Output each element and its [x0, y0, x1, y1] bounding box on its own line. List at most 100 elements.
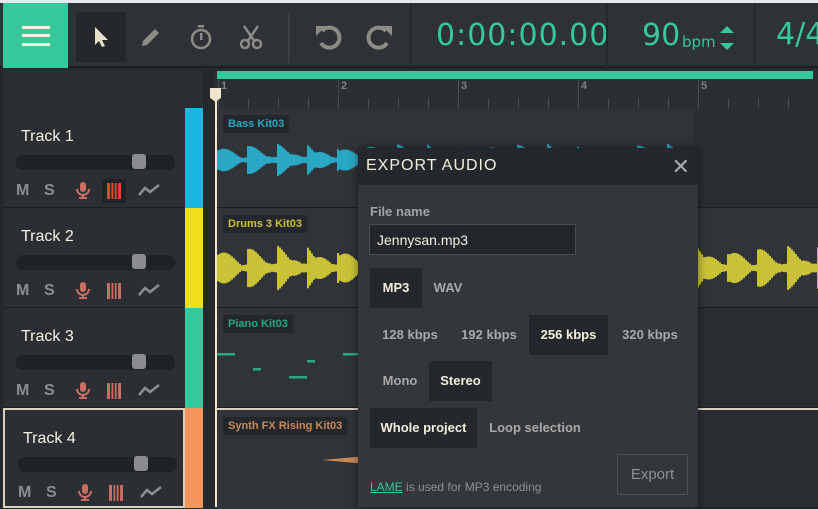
redo-button[interactable] [354, 12, 404, 62]
waveform-bar [705, 256, 707, 280]
export-button[interactable]: Export [617, 454, 688, 495]
waveform-bar [219, 253, 221, 283]
waveform-bar [285, 254, 287, 282]
waveform-bar [745, 259, 747, 277]
waveform-bar [739, 254, 741, 282]
mute-button[interactable]: M [16, 382, 44, 400]
record-arm-button[interactable] [76, 278, 102, 304]
waveform-bar [279, 247, 281, 289]
record-arm-button[interactable] [76, 378, 102, 404]
range-whole-project[interactable]: Whole project [370, 408, 477, 448]
waveform-bar [257, 253, 259, 283]
undo-button[interactable] [304, 12, 354, 62]
track-header[interactable]: Track 3 MS [3, 308, 185, 408]
waveform-bar [341, 254, 343, 282]
menu-icon [21, 25, 50, 46]
track-header[interactable]: Track 4 MS [3, 408, 185, 508]
waveform-bar [305, 263, 307, 273]
midi-note [253, 368, 261, 371]
close-icon[interactable]: ✕ [672, 154, 690, 180]
bitrate-128[interactable]: 128 kbps [372, 315, 448, 355]
piano-roll-button[interactable] [102, 279, 126, 303]
mute-button[interactable]: M [16, 182, 44, 200]
waveform-bar [699, 251, 701, 285]
file-name-input[interactable] [369, 224, 576, 255]
volume-knob[interactable] [132, 354, 146, 369]
volume-slider[interactable] [16, 254, 175, 270]
volume-knob[interactable] [132, 254, 146, 269]
mute-button[interactable]: M [18, 484, 46, 502]
bpm-value[interactable]: 90 [642, 18, 680, 53]
waveform-bar [299, 155, 301, 165]
waveform-bar [283, 251, 285, 285]
scissors-tool-button[interactable] [226, 12, 276, 62]
channels-mono[interactable]: Mono [372, 361, 428, 401]
bitrate-320[interactable]: 320 kbps [610, 315, 690, 355]
waveform-bar [763, 250, 765, 286]
volume-slider[interactable] [16, 354, 175, 370]
waveform-bar [297, 155, 299, 165]
loop-region-bar[interactable] [217, 71, 813, 79]
redo-icon [366, 25, 392, 50]
record-arm-button[interactable] [78, 480, 104, 506]
bpm-stepper[interactable] [719, 24, 735, 57]
waveform-bar [253, 147, 255, 173]
waveform-bar [725, 264, 727, 272]
waveform-bar [727, 254, 729, 282]
waveform-bar [301, 156, 303, 164]
waveform-bar [247, 146, 249, 174]
stopwatch-tool-button[interactable] [176, 12, 226, 62]
track-name: Track 2 [21, 228, 74, 245]
waveform-bar [753, 265, 755, 271]
automation-button[interactable] [126, 280, 160, 302]
waveform-bar [243, 264, 245, 272]
menu-button[interactable] [3, 3, 68, 68]
waveform-bar [231, 256, 233, 280]
volume-knob[interactable] [134, 456, 148, 471]
volume-knob[interactable] [132, 154, 146, 169]
time-display: 0:00:00.00 [436, 18, 610, 53]
clip-label: Synth FX Rising Kit03 [223, 417, 348, 435]
lame-note-text: is used for MP3 encoding [402, 480, 542, 494]
mute-button[interactable]: M [16, 282, 44, 300]
bitrate-192[interactable]: 192 kbps [450, 315, 528, 355]
volume-slider[interactable] [18, 456, 177, 472]
track-header[interactable]: Track 2 MS [3, 208, 185, 308]
piano-roll-button[interactable] [102, 379, 126, 403]
solo-button[interactable]: S [44, 382, 76, 400]
waveform-bar [341, 149, 343, 171]
midi-note [307, 360, 315, 363]
lame-link[interactable]: LAME [370, 480, 403, 494]
clip-label: Drums 3 Kit03 [223, 215, 307, 233]
waveform-bar [301, 263, 303, 273]
record-arm-button[interactable] [76, 178, 102, 204]
solo-button[interactable]: S [44, 182, 76, 200]
automation-button[interactable] [126, 180, 160, 202]
pointer-tool-button[interactable] [76, 12, 126, 62]
channels-stereo[interactable]: Stereo [429, 361, 492, 401]
waveform-bar [355, 153, 357, 167]
waveform-bar [229, 150, 231, 170]
track-header[interactable]: Track 1 MS [3, 108, 185, 208]
automation-button[interactable] [128, 482, 162, 504]
time-signature[interactable]: 4/4 [776, 17, 818, 52]
volume-slider[interactable] [16, 154, 175, 170]
pencil-tool-button[interactable] [126, 12, 176, 62]
solo-button[interactable]: S [46, 484, 78, 502]
piano-roll-button[interactable] [104, 481, 128, 505]
waveform-bar [805, 260, 807, 276]
waveform-bar [787, 246, 789, 290]
waveform-bar [335, 264, 337, 272]
waveform-bar [231, 151, 233, 169]
bitrate-256[interactable]: 256 kbps [529, 315, 608, 355]
format-mp3[interactable]: MP3 [370, 268, 422, 308]
automation-button[interactable] [126, 380, 160, 402]
piano-roll-button[interactable] [102, 179, 126, 203]
waveform-bar [303, 156, 305, 164]
waveform-bar [223, 148, 225, 172]
range-loop-selection[interactable]: Loop selection [480, 408, 590, 448]
solo-button[interactable]: S [44, 282, 76, 300]
track-header-spacer [3, 70, 203, 108]
waveform-bar [351, 256, 353, 280]
format-wav[interactable]: WAV [424, 268, 472, 308]
